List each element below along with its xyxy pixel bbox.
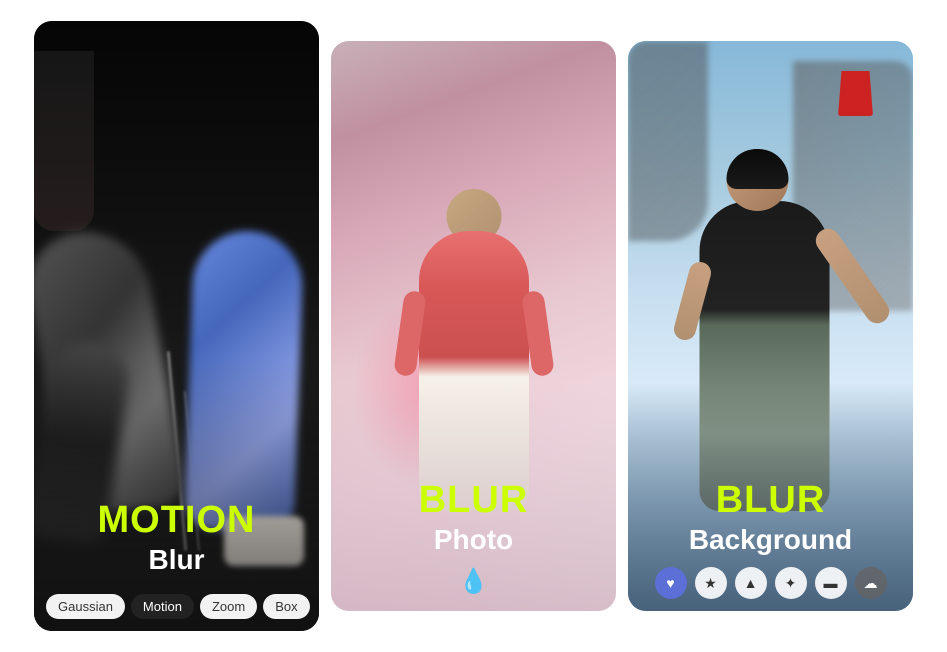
card-motion-blur[interactable]: MOTION Blur Gaussian Motion Zoom Box bbox=[34, 21, 319, 631]
text-overlay-left: MOTION Blur bbox=[34, 499, 319, 576]
subtitle-blur-left: Blur bbox=[44, 544, 309, 576]
rect-icon[interactable]: ▬ bbox=[815, 567, 847, 599]
card-blur-photo[interactable]: BLUR Photo 💧 bbox=[331, 41, 616, 611]
pill-zoom[interactable]: Zoom bbox=[200, 594, 257, 619]
bg-person-left bbox=[628, 41, 708, 241]
cards-container: MOTION Blur Gaussian Motion Zoom Box bbox=[14, 1, 933, 651]
title-blur-middle: BLUR bbox=[419, 479, 529, 521]
cloud-icon[interactable]: ☁ bbox=[855, 567, 887, 599]
blur-type-controls: Gaussian Motion Zoom Box bbox=[34, 594, 319, 619]
heart-icon[interactable]: ♥ bbox=[655, 567, 687, 599]
star-icon[interactable]: ★ bbox=[695, 567, 727, 599]
waterdrop-icon: 💧 bbox=[459, 567, 489, 596]
waterdrop-control[interactable]: 💧 bbox=[459, 566, 489, 596]
grid-icon[interactable]: ✦ bbox=[775, 567, 807, 599]
text-overlay-right: BLUR Background bbox=[628, 479, 913, 556]
title-blur-right: BLUR bbox=[716, 479, 826, 521]
text-overlay-middle: BLUR Photo bbox=[331, 479, 616, 556]
subtitle-background: Background bbox=[638, 524, 903, 556]
title-motion: MOTION bbox=[98, 499, 256, 541]
gradient-overlay-left bbox=[34, 357, 319, 632]
triangle-icon[interactable]: ▲ bbox=[735, 567, 767, 599]
shape-icons-row: ♥ ★ ▲ ✦ ▬ ☁ bbox=[628, 567, 913, 599]
red-cup bbox=[838, 71, 873, 116]
pill-gaussian[interactable]: Gaussian bbox=[46, 594, 125, 619]
pill-motion[interactable]: Motion bbox=[131, 594, 194, 619]
pill-box[interactable]: Box bbox=[263, 594, 309, 619]
hair-figure bbox=[34, 51, 94, 231]
card-blur-background[interactable]: BLUR Background ♥ ★ ▲ ✦ ▬ ☁ bbox=[628, 41, 913, 611]
subtitle-photo: Photo bbox=[341, 524, 606, 556]
